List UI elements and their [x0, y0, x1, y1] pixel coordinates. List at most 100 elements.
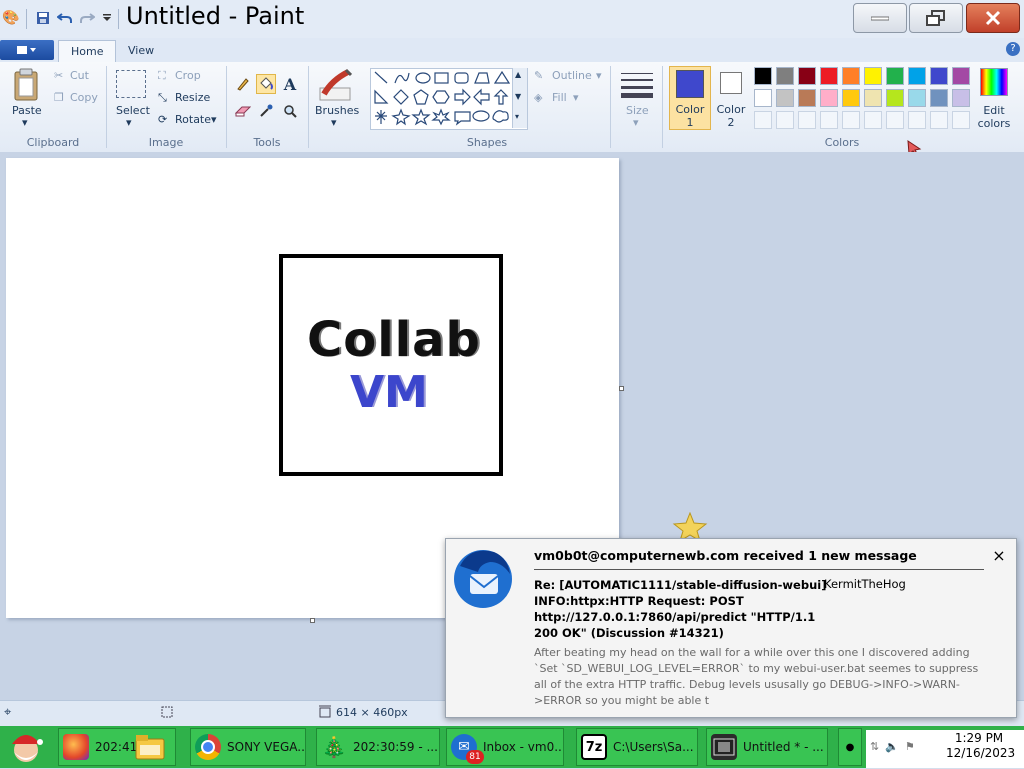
palette-custom-slot[interactable] — [842, 111, 860, 129]
select-button[interactable]: Select — [116, 104, 150, 117]
palette-swatch[interactable] — [908, 89, 926, 107]
undo-icon[interactable] — [56, 9, 74, 27]
palette-swatch[interactable] — [864, 89, 882, 107]
rotate-button[interactable]: Rotate — [175, 113, 211, 126]
shapes-scroll-down-icon[interactable]: ▼ — [515, 92, 521, 101]
palette-swatch[interactable] — [776, 67, 794, 85]
palette-swatch[interactable] — [886, 67, 904, 85]
canvas-resize-handle-right[interactable] — [619, 386, 624, 391]
clock-date[interactable]: 12/16/2023 — [946, 746, 1015, 760]
palette-swatch[interactable] — [798, 67, 816, 85]
palette-custom-slot[interactable] — [864, 111, 882, 129]
minimize-icon — [871, 16, 889, 21]
outline-button[interactable]: Outline — [552, 69, 592, 82]
palette-swatch[interactable] — [952, 89, 970, 107]
palette-swatch[interactable] — [864, 67, 882, 85]
notification-close-button[interactable]: × — [990, 547, 1008, 565]
taskbar-item-timer[interactable]: 🎄 202:30:59 - ... — [316, 728, 440, 766]
palette-swatch[interactable] — [776, 89, 794, 107]
palette-swatch[interactable] — [930, 67, 948, 85]
brushes-dropdown-icon[interactable]: ▾ — [331, 116, 337, 129]
shapes-scroll-up-icon[interactable]: ▲ — [515, 70, 521, 79]
restore-icon — [926, 10, 945, 26]
paste-button[interactable] — [12, 68, 40, 102]
palette-swatch[interactable] — [754, 67, 772, 85]
palette-swatch[interactable] — [930, 89, 948, 107]
customize-quick-access-icon[interactable] — [98, 9, 116, 27]
eraser-tool[interactable] — [233, 101, 253, 121]
palette-custom-slot[interactable] — [930, 111, 948, 129]
save-icon[interactable] — [34, 9, 52, 27]
tab-view[interactable]: View — [116, 40, 166, 62]
close-icon — [985, 10, 1001, 26]
crop-button[interactable]: Crop — [175, 69, 201, 82]
rotate-dropdown-icon[interactable]: ▾ — [211, 113, 217, 126]
taskbar-item-7zip[interactable]: 7z C:\Users\Sa... — [576, 728, 698, 766]
fill-button[interactable]: Fill — [552, 91, 567, 104]
resize-button[interactable]: Resize — [175, 91, 210, 104]
palette-swatch[interactable] — [820, 89, 838, 107]
redo-icon[interactable] — [78, 9, 96, 27]
palette-swatch[interactable] — [886, 89, 904, 107]
tab-home[interactable]: Home — [58, 40, 117, 63]
size-dropdown-icon[interactable]: ▾ — [633, 116, 639, 129]
taskbar-item-paint[interactable]: Untitled * - ... — [706, 728, 828, 766]
palette-custom-slot[interactable] — [798, 111, 816, 129]
divider — [662, 66, 663, 148]
close-button[interactable] — [966, 3, 1020, 33]
palette-custom-slot[interactable] — [754, 111, 772, 129]
edit-colors-label-2[interactable]: colors — [976, 117, 1012, 130]
fill-dropdown-icon[interactable]: ▾ — [573, 91, 579, 104]
palette-swatch[interactable] — [842, 89, 860, 107]
clock-time[interactable]: 1:29 PM — [946, 731, 1012, 745]
taskbar-item-thunderbird[interactable]: ✉ Inbox - vm0... — [446, 728, 564, 766]
palette-custom-slot[interactable] — [886, 111, 904, 129]
color-picker-tool[interactable] — [256, 101, 276, 121]
start-button[interactable] — [4, 728, 48, 766]
outline-dropdown-icon[interactable]: ▾ — [596, 69, 602, 82]
select-icon[interactable] — [116, 70, 146, 98]
thunderbird-icon — [450, 544, 516, 610]
palette-swatch[interactable] — [908, 67, 926, 85]
show-hidden-icons-button[interactable]: ● — [838, 728, 862, 766]
palette-swatch[interactable] — [798, 89, 816, 107]
chrome-icon — [195, 734, 221, 760]
palette-custom-slot[interactable] — [776, 111, 794, 129]
magnifier-tool[interactable] — [280, 101, 300, 121]
paste-dropdown-icon[interactable]: ▾ — [22, 116, 28, 129]
pencil-tool[interactable] — [233, 74, 253, 94]
divider — [308, 66, 309, 148]
shapes-gallery[interactable] — [370, 68, 528, 130]
fill-icon: ◈ — [534, 91, 543, 104]
palette-custom-slot[interactable] — [908, 111, 926, 129]
minimize-button[interactable] — [853, 3, 907, 33]
file-explorer-icon[interactable] — [134, 731, 166, 763]
copy-button[interactable]: Copy — [70, 91, 98, 104]
file-menu-button[interactable] — [0, 40, 54, 60]
select-dropdown-icon[interactable]: ▾ — [126, 116, 132, 129]
color2-number: 2 — [727, 116, 735, 129]
canvas-resize-handle-bottom[interactable] — [310, 618, 315, 623]
size-button[interactable] — [620, 70, 654, 100]
palette-swatch[interactable] — [820, 67, 838, 85]
new-mail-notification[interactable]: vm0b0t@computernewb.com received 1 new m… — [445, 538, 1017, 718]
palette-swatch[interactable] — [842, 67, 860, 85]
palette-custom-slot[interactable] — [820, 111, 838, 129]
taskbar-item-chrome[interactable]: SONY VEGA... — [190, 728, 306, 766]
shapes-expand-icon[interactable]: ▾ — [515, 112, 519, 121]
fill-tool[interactable] — [256, 74, 276, 94]
palette-custom-slot[interactable] — [952, 111, 970, 129]
edit-colors-label[interactable]: Edit — [980, 104, 1008, 117]
film-strip-icon — [711, 734, 737, 760]
paint-app-icon[interactable]: 🎨 — [2, 9, 20, 27]
help-icon[interactable]: ? — [1006, 42, 1020, 56]
text-tool[interactable]: A — [280, 74, 300, 94]
brushes-button[interactable] — [318, 68, 353, 102]
restore-button[interactable] — [909, 3, 963, 33]
edit-colors-icon[interactable] — [980, 68, 1008, 96]
palette-swatch[interactable] — [952, 67, 970, 85]
cut-button[interactable]: Cut — [70, 69, 89, 82]
taskbar-item-label: Inbox - vm0... — [483, 740, 564, 754]
palette-swatch[interactable] — [754, 89, 772, 107]
tray-icons[interactable]: ⇅ 🔈 ⚑ — [870, 738, 940, 754]
